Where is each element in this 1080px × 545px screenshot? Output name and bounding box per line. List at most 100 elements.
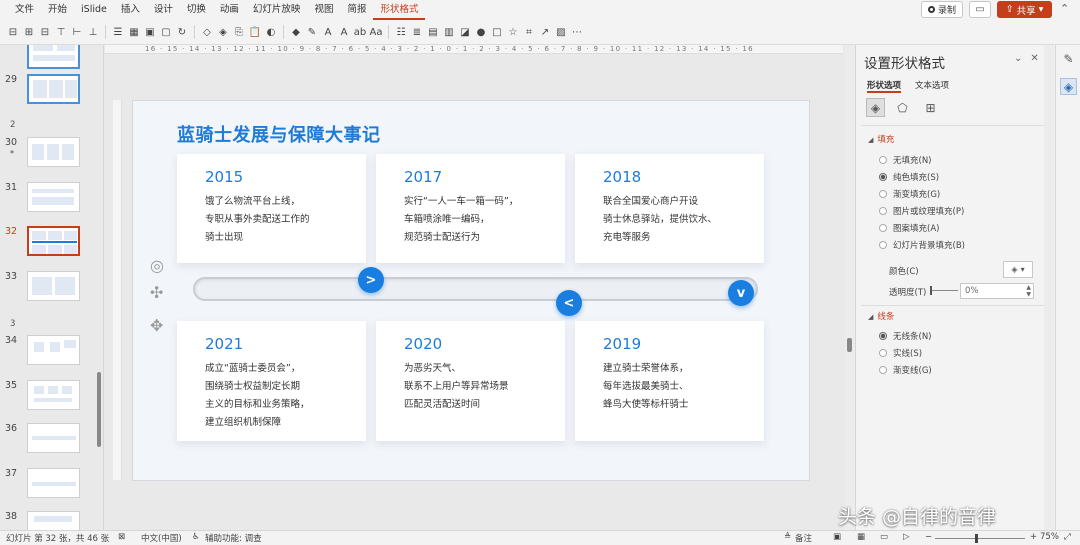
star-icon[interactable]: ☆ bbox=[506, 25, 520, 39]
thumbnail-item[interactable]: 37 bbox=[0, 468, 103, 508]
slide-thumbnail[interactable] bbox=[27, 182, 80, 212]
timeline-card-2015[interactable]: 2015 饿了么物流平台上线， 专职从事外卖配送工作的 骑士出现 bbox=[177, 154, 366, 263]
zoom-in-icon[interactable]: + bbox=[1030, 532, 1037, 542]
radio-icon[interactable] bbox=[879, 156, 887, 164]
timeline-card-2018[interactable]: 2018 联合全国爱心商户开设 骑士休息驿站，提供饮水、 充电等服务 bbox=[575, 154, 764, 263]
radio-background-fill[interactable]: 幻灯片背景填充(B) bbox=[879, 239, 965, 251]
size-properties-icon[interactable]: ⊞ bbox=[921, 98, 940, 117]
group-icon[interactable]: ▣ bbox=[143, 25, 157, 39]
radio-icon[interactable] bbox=[879, 207, 887, 215]
tab-shape-options[interactable]: 形状选项 bbox=[867, 79, 902, 93]
reading-view-icon[interactable]: ▭ bbox=[880, 532, 888, 542]
section-label[interactable]: 2 bbox=[10, 120, 15, 130]
slider-handle[interactable] bbox=[930, 286, 932, 295]
align-top-icon[interactable]: ⊤ bbox=[54, 25, 68, 39]
ribbon-collapse-icon[interactable]: ⌃ bbox=[1060, 2, 1069, 15]
accessibility-status[interactable]: 辅助功能: 调查 bbox=[205, 532, 262, 544]
record-button[interactable]: 录制 bbox=[921, 1, 963, 18]
spellcheck-icon[interactable]: ⊠ bbox=[118, 532, 125, 542]
thumbnail-item[interactable]: 32 bbox=[0, 226, 103, 266]
radio-icon[interactable] bbox=[879, 366, 887, 374]
pen-icon[interactable]: ✎ bbox=[305, 25, 319, 39]
chart-icon[interactable]: ▥ bbox=[442, 25, 456, 39]
share-button[interactable]: ⇪ 共享 ▾ bbox=[997, 1, 1052, 18]
slide-sorter-icon[interactable]: ▦ bbox=[857, 532, 865, 542]
radio-gradient-fill[interactable]: 渐变填充(G) bbox=[879, 188, 940, 200]
slide-thumbnail[interactable] bbox=[27, 423, 80, 453]
zoom-level[interactable]: 75% bbox=[1040, 532, 1059, 542]
layout-options-icon[interactable]: ✣ bbox=[150, 283, 163, 302]
format-pane-scrollbar[interactable] bbox=[1044, 45, 1054, 530]
radio-icon[interactable] bbox=[879, 224, 887, 232]
timeline-card-2021[interactable]: 2021 成立“蓝骑士委员会”， 围绕骑士权益制定长期 主义的目标和业务策略， … bbox=[177, 321, 366, 441]
scrollbar-thumb[interactable] bbox=[847, 338, 852, 352]
align-middle-icon[interactable]: ⊢ bbox=[70, 25, 84, 39]
fill-color-icon[interactable]: ◆ bbox=[289, 25, 303, 39]
radio-icon[interactable] bbox=[879, 349, 887, 357]
radio-selected-icon[interactable] bbox=[879, 173, 887, 181]
notes-icon[interactable]: ≜ bbox=[784, 532, 791, 542]
shape-icon[interactable]: ◇ bbox=[200, 25, 214, 39]
timeline-card-2020[interactable]: 2020 为恶劣天气、 联系不上用户等异常场景 匹配灵活配送时间 bbox=[376, 321, 565, 441]
slide-scrollbar[interactable] bbox=[845, 45, 855, 530]
timeline-card-2017[interactable]: 2017 实行“一人一车一箱一码”， 车箱喷涂唯一编码， 规范骑士配送行为 bbox=[376, 154, 565, 263]
menu-home[interactable]: 开始 bbox=[41, 0, 74, 20]
more-icon[interactable]: ⋯ bbox=[570, 25, 584, 39]
timeline-node-right[interactable]: > bbox=[358, 267, 384, 293]
menu-insert[interactable]: 插入 bbox=[114, 0, 147, 20]
align-bottom-icon[interactable]: ⊥ bbox=[86, 25, 100, 39]
menu-briefing[interactable]: 简报 bbox=[340, 0, 373, 20]
move-handle-icon[interactable]: ✥ bbox=[150, 316, 163, 335]
copy-format-icon[interactable]: ⎘ bbox=[232, 25, 246, 39]
highlight-icon[interactable]: ab bbox=[353, 25, 367, 39]
line-section-header[interactable]: ◢ 线条 bbox=[868, 310, 894, 322]
fit-to-window-icon[interactable]: ⤢ bbox=[1064, 532, 1071, 542]
bullets-icon[interactable]: ☷ bbox=[394, 25, 408, 39]
tab-text-options[interactable]: 文本选项 bbox=[915, 79, 949, 91]
grid-icon[interactable]: ▦ bbox=[127, 25, 141, 39]
radio-no-fill[interactable]: 无填充(N) bbox=[879, 154, 932, 166]
align-center-icon[interactable]: ⊞ bbox=[22, 25, 36, 39]
image-icon[interactable]: ▨ bbox=[554, 25, 568, 39]
timeline-node-down[interactable]: v bbox=[728, 280, 754, 306]
chevron-down-icon[interactable]: ⌄ bbox=[1014, 53, 1030, 64]
radio-picture-fill[interactable]: 图片或纹理填充(P) bbox=[879, 205, 964, 217]
menu-animations[interactable]: 动画 bbox=[213, 0, 246, 20]
zoom-slider[interactable] bbox=[935, 538, 1025, 539]
thumbnail-item[interactable]: 38 bbox=[0, 511, 103, 530]
menu-file[interactable]: 文件 bbox=[8, 0, 41, 20]
accessibility-icon[interactable]: ♿ bbox=[192, 532, 200, 542]
transparency-input[interactable]: 0% ▲ ▼ bbox=[960, 283, 1034, 299]
radio-icon[interactable] bbox=[879, 190, 887, 198]
zoom-slider-handle[interactable] bbox=[975, 534, 978, 543]
thumbnail-item[interactable]: 36 bbox=[0, 423, 103, 463]
fill-line-icon[interactable]: ◈ bbox=[866, 98, 885, 117]
numbering-icon[interactable]: ≣ bbox=[410, 25, 424, 39]
spinner-icon[interactable]: ▲ ▼ bbox=[1026, 284, 1031, 298]
menu-islide[interactable]: iSlide bbox=[74, 0, 114, 20]
slide-thumbnail[interactable] bbox=[27, 380, 80, 410]
radio-solid-fill[interactable]: 纯色填充(S) bbox=[879, 171, 939, 183]
thumbnail-item[interactable]: 30 * bbox=[0, 137, 103, 177]
radio-solid-line[interactable]: 实线(S) bbox=[879, 347, 922, 359]
radio-no-line[interactable]: 无线条(N) bbox=[879, 330, 932, 342]
zoom-out-icon[interactable]: − bbox=[925, 532, 932, 542]
rotate-handle-icon[interactable]: ◎ bbox=[150, 256, 164, 275]
crop-icon[interactable]: ⌗ bbox=[522, 25, 536, 39]
timeline-node-left[interactable]: < bbox=[556, 290, 582, 316]
menu-transitions[interactable]: 切换 bbox=[180, 0, 213, 20]
table-icon[interactable]: ▤ bbox=[426, 25, 440, 39]
font-size-icon[interactable]: Aa bbox=[369, 25, 383, 39]
slide-thumbnail[interactable] bbox=[27, 468, 80, 498]
thumbnail-item[interactable]: 35 bbox=[0, 380, 103, 420]
paste-icon[interactable]: 📋 bbox=[248, 25, 262, 39]
section-label[interactable]: 3 bbox=[10, 319, 15, 329]
slide-thumbnail[interactable] bbox=[27, 335, 80, 365]
normal-view-icon[interactable]: ▣ bbox=[833, 532, 841, 542]
notes-button[interactable]: 备注 bbox=[795, 532, 812, 544]
shadow-icon[interactable]: ◪ bbox=[458, 25, 472, 39]
language-indicator[interactable]: 中文(中国) bbox=[141, 532, 182, 544]
radio-icon[interactable] bbox=[879, 241, 887, 249]
thumbnail-item[interactable]: 29 bbox=[0, 74, 103, 114]
radio-pattern-fill[interactable]: 图案填充(A) bbox=[879, 222, 939, 234]
